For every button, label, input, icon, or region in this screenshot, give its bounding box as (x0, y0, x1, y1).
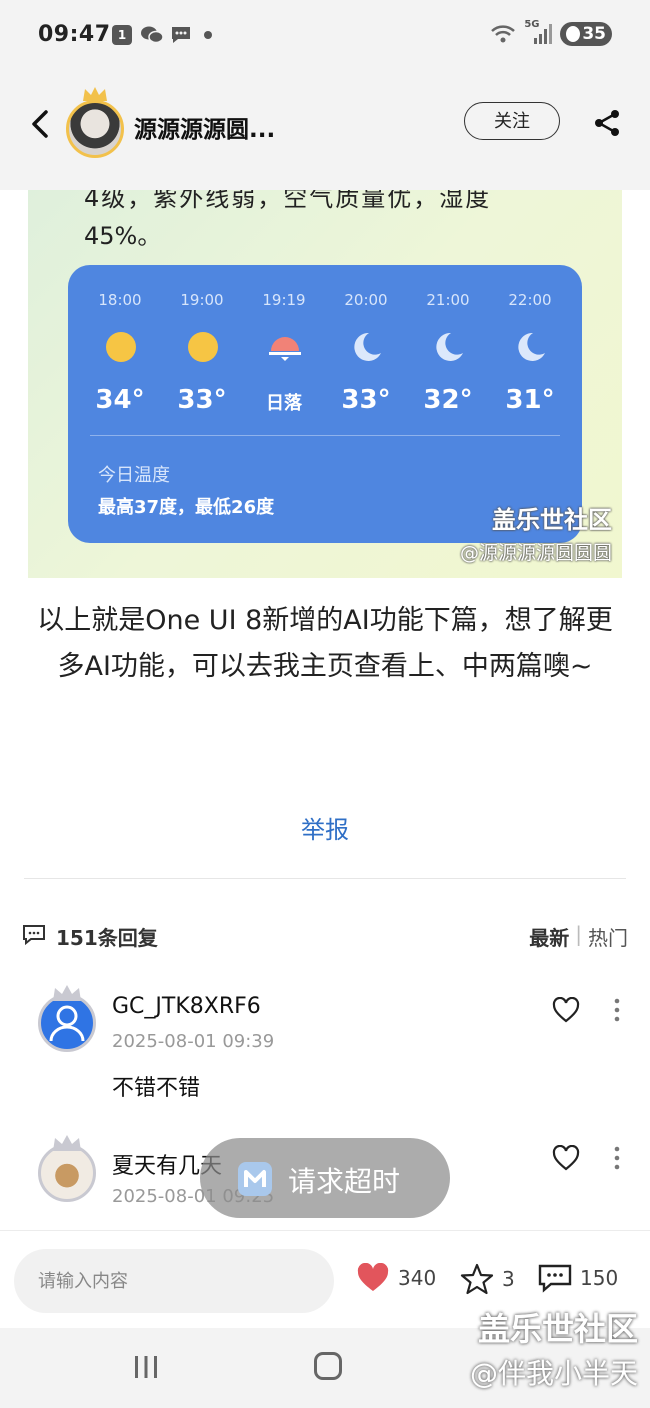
forecast-temp: 33° (177, 385, 227, 415)
more-options-icon[interactable] (613, 997, 621, 1023)
forecast-temp: 34° (95, 385, 145, 415)
sort-hot[interactable]: 热门 (588, 922, 628, 951)
forecast-temp: 32° (423, 385, 473, 415)
forecast-temp: 日落 (266, 393, 302, 414)
forecast-time: 19:19 (262, 291, 306, 309)
heart-filled-icon (357, 1263, 389, 1291)
author-avatar[interactable] (66, 87, 126, 158)
today-temp-label: 今日温度 (98, 465, 170, 486)
avatar[interactable] (38, 994, 96, 1052)
reply-count: 151条回复 (56, 926, 158, 950)
charging-icon (566, 26, 581, 42)
toast: 请求超时 (200, 1138, 450, 1218)
more-notifications-dot (204, 31, 212, 39)
like-icon[interactable] (552, 997, 580, 1023)
image-watermark-user: @源源源源圆圆圆 (459, 542, 612, 564)
battery-level: 35 (582, 24, 606, 44)
star-icon (460, 1263, 494, 1295)
status-bar: 09:47 1 5G 35 (0, 0, 650, 72)
network-type-label: 5G (524, 19, 540, 30)
card-divider (90, 435, 560, 436)
battery-indicator: 35 (560, 22, 612, 46)
home-button[interactable] (314, 1352, 342, 1380)
forecast-time: 21:00 (426, 291, 470, 309)
forecast-temp: 33° (341, 385, 391, 415)
like-button[interactable]: 340 (356, 1263, 436, 1293)
wifi-icon (490, 23, 516, 45)
message-icon (170, 25, 192, 45)
recent-apps-button[interactable] (132, 1354, 160, 1380)
favorite-count: 3 (502, 1267, 515, 1291)
author-name[interactable]: 源源源源圆... (134, 110, 275, 144)
article-image[interactable]: 4级，紫外线弱，空气质量优，湿度 45%。 18:00 34° 19:00 33… (28, 190, 622, 578)
image-text-line2: 45%。 (84, 222, 162, 250)
signal-icon: 5G (524, 19, 553, 45)
avatar (66, 100, 124, 158)
comments-button[interactable]: 150 (538, 1263, 618, 1293)
comment-time: 2025-08-01 09:39 (112, 1031, 275, 1052)
forecast-time: 19:00 (180, 291, 224, 309)
like-count: 340 (398, 1266, 437, 1290)
screenshot-watermark-user: @伴我小半天 (469, 1357, 638, 1390)
today-temp-range: 最高37度，最低26度 (98, 497, 275, 518)
moon-icon (354, 332, 381, 361)
forecast-temp: 31° (505, 385, 555, 415)
reply-sort: 最新 | 热门 (529, 922, 628, 951)
comment-input[interactable] (14, 1249, 334, 1313)
forecast-time: 18:00 (98, 291, 142, 309)
crown-icon (53, 1135, 81, 1151)
image-text-line1: 4级，紫外线弱，空气质量优，湿度 (84, 190, 492, 212)
report-link[interactable]: 举报 (0, 810, 650, 845)
comment-count: 150 (580, 1266, 619, 1290)
follow-button[interactable]: 关注 (464, 102, 560, 140)
crown-icon (53, 985, 81, 1001)
moon-icon (518, 332, 545, 361)
calendar-notification-icon: 1 (112, 25, 132, 45)
default-user-icon (49, 1005, 85, 1042)
more-options-icon[interactable] (613, 1145, 621, 1171)
toast-message: 请求超时 (288, 1165, 401, 1198)
back-button[interactable] (26, 106, 56, 142)
avatar[interactable] (38, 1144, 96, 1202)
sort-latest[interactable]: 最新 (529, 922, 569, 951)
forecast-time: 20:00 (344, 291, 388, 309)
comment-count-icon (22, 924, 46, 946)
status-icons: 5G 35 (490, 19, 612, 46)
like-icon[interactable] (552, 1145, 580, 1171)
share-icon[interactable] (592, 108, 622, 138)
sun-icon (106, 332, 136, 362)
wechat-icon (140, 25, 164, 45)
sort-divider: | (575, 922, 582, 946)
divider (24, 878, 626, 879)
sunset-icon (269, 337, 301, 361)
comment-author[interactable]: GC_JTK8XRF6 (112, 994, 261, 1019)
post-header: 源源源源圆... 关注 (0, 72, 650, 190)
comment-body: 不错不错 (112, 1076, 201, 1101)
comment-icon (538, 1264, 572, 1293)
moon-icon (436, 332, 463, 361)
status-time: 09:47 (38, 22, 111, 47)
sun-icon (188, 332, 218, 362)
image-watermark-site: 盖乐世社区 (492, 506, 612, 534)
favorite-button[interactable]: 3 (460, 1263, 515, 1295)
app-logo-icon (238, 1162, 272, 1196)
screenshot-watermark-site: 盖乐世社区 (477, 1310, 638, 1348)
forecast-time: 22:00 (508, 291, 552, 309)
crown-icon (83, 87, 107, 101)
article-text: 以上就是One UI 8新增的AI功能下篇，想了解更多AI功能，可以去我主页查看… (37, 605, 613, 682)
